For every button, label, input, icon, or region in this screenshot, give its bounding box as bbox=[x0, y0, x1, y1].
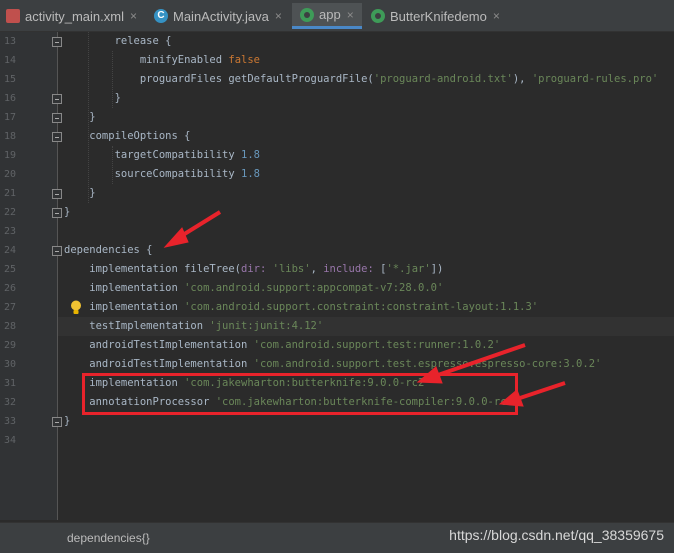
lightbulb-icon[interactable] bbox=[70, 300, 82, 315]
annotation-arrows bbox=[163, 210, 566, 407]
arrow-to-annotation-processor bbox=[498, 381, 566, 407]
breadcrumb[interactable]: dependencies{} bbox=[67, 531, 150, 545]
breadcrumb-bar: dependencies{} https://blog.csdn.net/qq_… bbox=[0, 522, 674, 553]
arrow-to-dependencies bbox=[163, 210, 222, 248]
arrow-to-implementation bbox=[416, 343, 526, 384]
watermark: https://blog.csdn.net/qq_38359675 bbox=[449, 527, 664, 543]
